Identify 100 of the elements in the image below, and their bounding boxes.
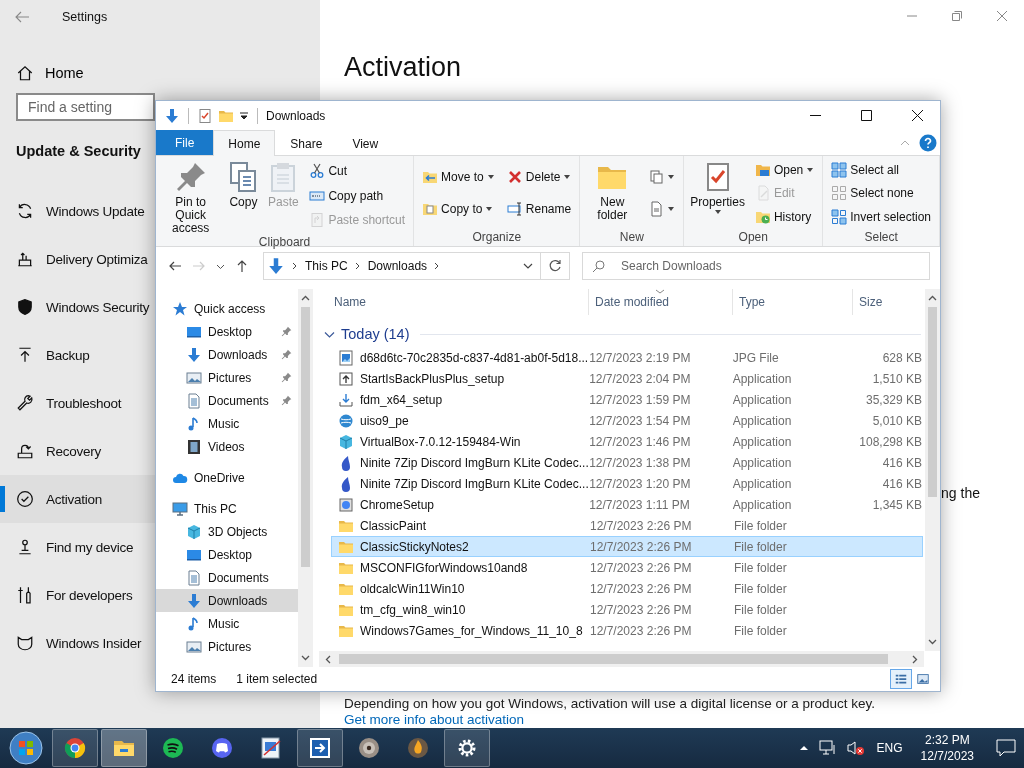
- nav-item[interactable]: Documents: [156, 566, 298, 589]
- file-row[interactable]: MSCONFIGforWindows10and8 12/7/2023 2:26 PM File folder: [331, 557, 923, 578]
- back-arrow-icon[interactable]: [168, 259, 182, 273]
- caret-icon[interactable]: [239, 110, 249, 121]
- settings-nav-item[interactable]: Windows Update: [0, 187, 155, 235]
- info-link[interactable]: Get more info about activation: [344, 712, 525, 727]
- ribbon-button[interactable]: History: [751, 206, 818, 227]
- file-row[interactable]: d68d6tc-70c2835d-c837-4d81-ab0f-5d18...12/7/2023 2:19 PM JPG File 628 KB: [331, 347, 923, 368]
- ribbon-button[interactable]: Pin to Quick access: [159, 156, 223, 235]
- nav-item[interactable]: Pictures: [156, 635, 298, 658]
- scroll-left-icon[interactable]: [325, 654, 331, 664]
- nav-item[interactable]: 3D Objects: [156, 520, 298, 543]
- file-row[interactable]: VirtualBox-7.0.12-159484-Win 12/7/2023 1:46 PM Application 108,298 KB: [331, 431, 923, 452]
- scroll-thumb[interactable]: [339, 654, 888, 664]
- ribbon-button[interactable]: Move to: [419, 167, 498, 188]
- taskbar-button[interactable]: [297, 729, 343, 767]
- settings-nav-item[interactable]: Troubleshoot: [0, 379, 155, 427]
- column-header[interactable]: Name: [319, 289, 589, 315]
- file-row[interactable]: Ninite 7Zip Discord ImgBurn KLite Codec...12/7/2023 1:20 PM Application 416 KB: [331, 473, 923, 494]
- file-row[interactable]: Ninite 7Zip Discord ImgBurn KLite Codec...12/7/2023 1:38 PM Application 416 KB: [331, 452, 923, 473]
- file-row[interactable]: ChromeSetup 12/7/2023 1:11 PM Application 1,345 KB: [331, 494, 923, 515]
- scroll-up-icon[interactable]: [928, 295, 937, 301]
- clock[interactable]: 2:32 PM 12/7/2023: [920, 732, 974, 764]
- settings-nav-item[interactable]: Delivery Optimiza: [0, 235, 155, 283]
- file-row[interactable]: ClassicPaint 12/7/2023 2:26 PM File folder: [331, 515, 923, 536]
- ribbon-button[interactable]: Invert selection: [828, 206, 934, 227]
- ribbon-button[interactable]: Rename: [503, 198, 575, 219]
- taskbar-button[interactable]: [52, 729, 98, 767]
- scroll-down-icon[interactable]: [928, 639, 937, 645]
- taskbar-button[interactable]: [444, 729, 490, 767]
- file-row[interactable]: oldcalcWin11Win10 12/7/2023 2:26 PM File folder: [331, 578, 923, 599]
- breadcrumb[interactable]: Downloads: [367, 259, 428, 273]
- ribbon-button[interactable]: Delete: [503, 167, 575, 188]
- settings-nav-item[interactable]: Recovery: [0, 427, 155, 475]
- settings-nav-item[interactable]: Find my device: [0, 523, 155, 571]
- ribbon-tab[interactable]: Share: [275, 130, 338, 156]
- date-cell-text: 12/7/2023 2:19 PM: [589, 350, 692, 365]
- nav-item[interactable]: This PC: [156, 497, 298, 520]
- settings-nav-item[interactable]: Windows Insider: [0, 619, 155, 667]
- up-arrow-icon[interactable]: [235, 259, 249, 273]
- column-header[interactable]: Type: [733, 289, 853, 315]
- file-row[interactable]: ClassicStickyNotes2 12/7/2023 2:26 PM File folder: [331, 536, 923, 557]
- file-row[interactable]: StartIsBackPlusPlus_setup 12/7/2023 2:04 PM Application 1,510 KB: [331, 368, 923, 389]
- show-hidden-icons[interactable]: [798, 744, 809, 752]
- settings-nav-item[interactable]: Activation: [0, 475, 155, 523]
- notification-icon[interactable]: [996, 739, 1016, 757]
- nav-item[interactable]: Desktop: [156, 543, 298, 566]
- ribbon-button[interactable]: Select all: [828, 159, 934, 180]
- horizontal-scrollbar[interactable]: [319, 651, 924, 667]
- ribbon-button[interactable]: Properties: [687, 156, 748, 230]
- ribbon-button[interactable]: Cut: [306, 160, 409, 181]
- language-indicator[interactable]: ENG: [876, 741, 903, 755]
- nav-item[interactable]: Downloads: [156, 589, 298, 612]
- ribbon-button[interactable]: Open: [751, 159, 818, 180]
- file-row[interactable]: uiso9_pe 12/7/2023 1:54 PM Application 5,010 KB: [331, 410, 923, 431]
- vertical-scrollbar[interactable]: [298, 289, 313, 667]
- ribbon-tab[interactable]: Home: [213, 130, 276, 156]
- scroll-thumb[interactable]: [928, 307, 937, 497]
- column-header[interactable]: Date modified: [589, 289, 733, 315]
- file-row[interactable]: Windows7Games_for_Windows_11_10_8 12/7/2023 2:26 PM File folder: [331, 620, 923, 641]
- nav-item[interactable]: Quick access: [156, 297, 298, 320]
- column-header[interactable]: Size: [853, 289, 925, 315]
- nav-item[interactable]: Pictures: [156, 366, 298, 389]
- network-icon[interactable]: [818, 740, 837, 756]
- properties-icon[interactable]: [197, 107, 213, 124]
- download-arrow-icon[interactable]: [164, 107, 180, 124]
- nav-item[interactable]: Music: [156, 612, 298, 635]
- nav-item[interactable]: OneDrive: [156, 466, 298, 489]
- scroll-up-icon[interactable]: [301, 295, 310, 301]
- nav-item[interactable]: Downloads: [156, 343, 298, 366]
- installer-icon: [338, 370, 354, 387]
- ribbon-button[interactable]: Copy: [224, 156, 263, 235]
- scroll-down-icon[interactable]: [301, 655, 310, 661]
- nav-item[interactable]: Music: [156, 412, 298, 435]
- search-icon: [592, 260, 605, 273]
- home-nav-item[interactable]: Home: [16, 56, 320, 90]
- file-menu-tab[interactable]: File: [156, 130, 214, 155]
- nav-item[interactable]: Videos: [156, 435, 298, 458]
- file-row[interactable]: tm_cfg_win8_win10 12/7/2023 2:26 PM File folder: [331, 599, 923, 620]
- nav-item[interactable]: Desktop: [156, 320, 298, 343]
- nav-item[interactable]: Documents: [156, 389, 298, 412]
- breadcrumb[interactable]: This PC: [305, 259, 348, 273]
- ribbon-button[interactable]: Copy path: [306, 185, 409, 206]
- scroll-thumb[interactable]: [301, 307, 310, 567]
- address-bar[interactable]: This PC Downloads: [263, 252, 541, 280]
- ribbon-button[interactable]: Copy to: [419, 198, 498, 219]
- ribbon-tab[interactable]: View: [337, 130, 394, 156]
- settings-nav-item[interactable]: Windows Security: [0, 283, 155, 331]
- scroll-right-icon[interactable]: [912, 654, 918, 664]
- settings-nav-item[interactable]: For developers: [0, 571, 155, 619]
- ribbon-button[interactable]: New folder: [583, 156, 642, 230]
- file-row[interactable]: fdm_x64_setup 12/7/2023 1:59 PM Application 35,329 KB: [331, 389, 923, 410]
- muted-volume-icon[interactable]: [846, 740, 865, 756]
- vertical-scrollbar[interactable]: [925, 289, 940, 651]
- view-button[interactable]: [890, 669, 912, 689]
- ribbon-button[interactable]: Select none: [828, 183, 934, 203]
- settings-nav-item[interactable]: Backup: [0, 331, 155, 379]
- help-icon[interactable]: [919, 133, 937, 152]
- refresh-button[interactable]: [540, 252, 570, 280]
- search-field[interactable]: Find a setting: [16, 93, 155, 121]
